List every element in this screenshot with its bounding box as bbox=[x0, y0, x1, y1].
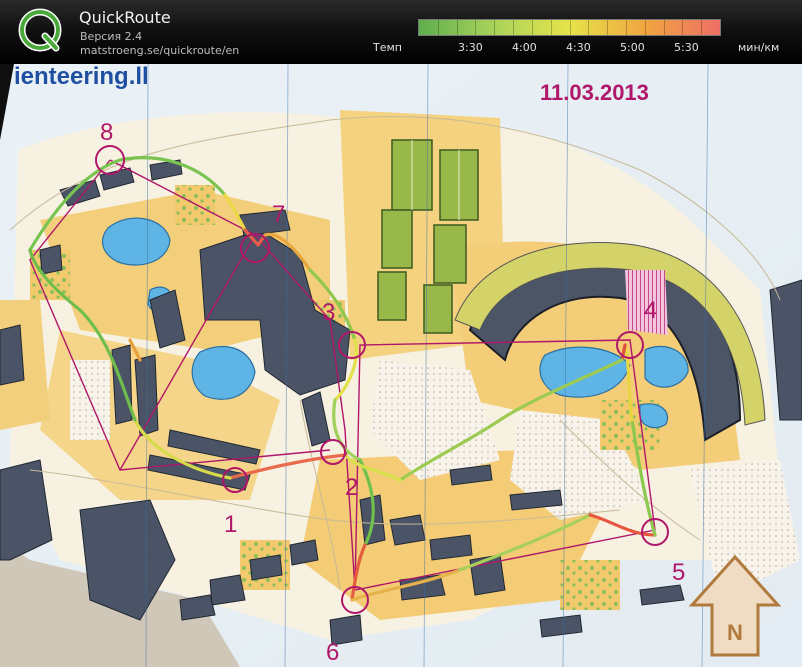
control-number: 6 bbox=[326, 639, 339, 666]
control-number: 3 bbox=[322, 299, 335, 326]
legend-segment-divider bbox=[437, 20, 439, 35]
pace-tick-label: 5:00 bbox=[620, 41, 645, 54]
app-url: matstroeng.se/quickroute/en bbox=[80, 44, 240, 57]
control-number: 5 bbox=[672, 559, 685, 586]
quickroute-logo-icon bbox=[18, 8, 62, 52]
orienteering-map[interactable]: 1 2 3 4 5 6 7 8 ienteering.ll 11.03.2013… bbox=[0, 64, 802, 667]
pace-tick-label: 4:30 bbox=[566, 41, 591, 54]
north-arrow-label: N bbox=[727, 620, 743, 645]
legend-segment-divider bbox=[682, 20, 684, 35]
control-number: 1 bbox=[224, 511, 237, 538]
app-header: QuickRoute Версия 2.4 matstroeng.se/quic… bbox=[0, 0, 802, 64]
app-name: QuickRoute bbox=[79, 8, 171, 27]
pace-legend-bar bbox=[418, 19, 721, 36]
legend-segment-divider bbox=[625, 20, 627, 35]
control-number: 8 bbox=[100, 119, 113, 146]
app-version: Версия 2.4 bbox=[80, 30, 143, 43]
pace-tick-label: 3:30 bbox=[458, 41, 483, 54]
legend-segment-divider bbox=[607, 20, 609, 35]
control-number: 2 bbox=[345, 474, 358, 501]
legend-segment-divider bbox=[588, 20, 590, 35]
pace-unit-label: мин/км bbox=[738, 41, 780, 54]
control-number: 7 bbox=[272, 201, 285, 228]
legend-segment-divider bbox=[475, 20, 477, 35]
control-number: 4 bbox=[644, 297, 657, 324]
pace-tick-label: 4:00 bbox=[512, 41, 537, 54]
pace-legend-title: Темп bbox=[373, 41, 402, 54]
legend-segment-divider bbox=[513, 20, 515, 35]
legend-segment-divider bbox=[531, 20, 533, 35]
map-date: 11.03.2013 bbox=[540, 80, 649, 105]
legend-segment-divider bbox=[663, 20, 665, 35]
legend-segment-divider bbox=[456, 20, 458, 35]
map-view[interactable]: 1 2 3 4 5 6 7 8 ienteering.ll 11.03.2013… bbox=[0, 64, 802, 667]
map-title-text: ienteering.ll bbox=[14, 64, 149, 90]
pace-tick-label: 5:30 bbox=[674, 41, 699, 54]
legend-segment-divider bbox=[701, 20, 703, 35]
legend-segment-divider bbox=[644, 20, 646, 35]
legend-segment-divider bbox=[550, 20, 552, 35]
legend-segment-divider bbox=[569, 20, 571, 35]
legend-segment-divider bbox=[494, 20, 496, 35]
